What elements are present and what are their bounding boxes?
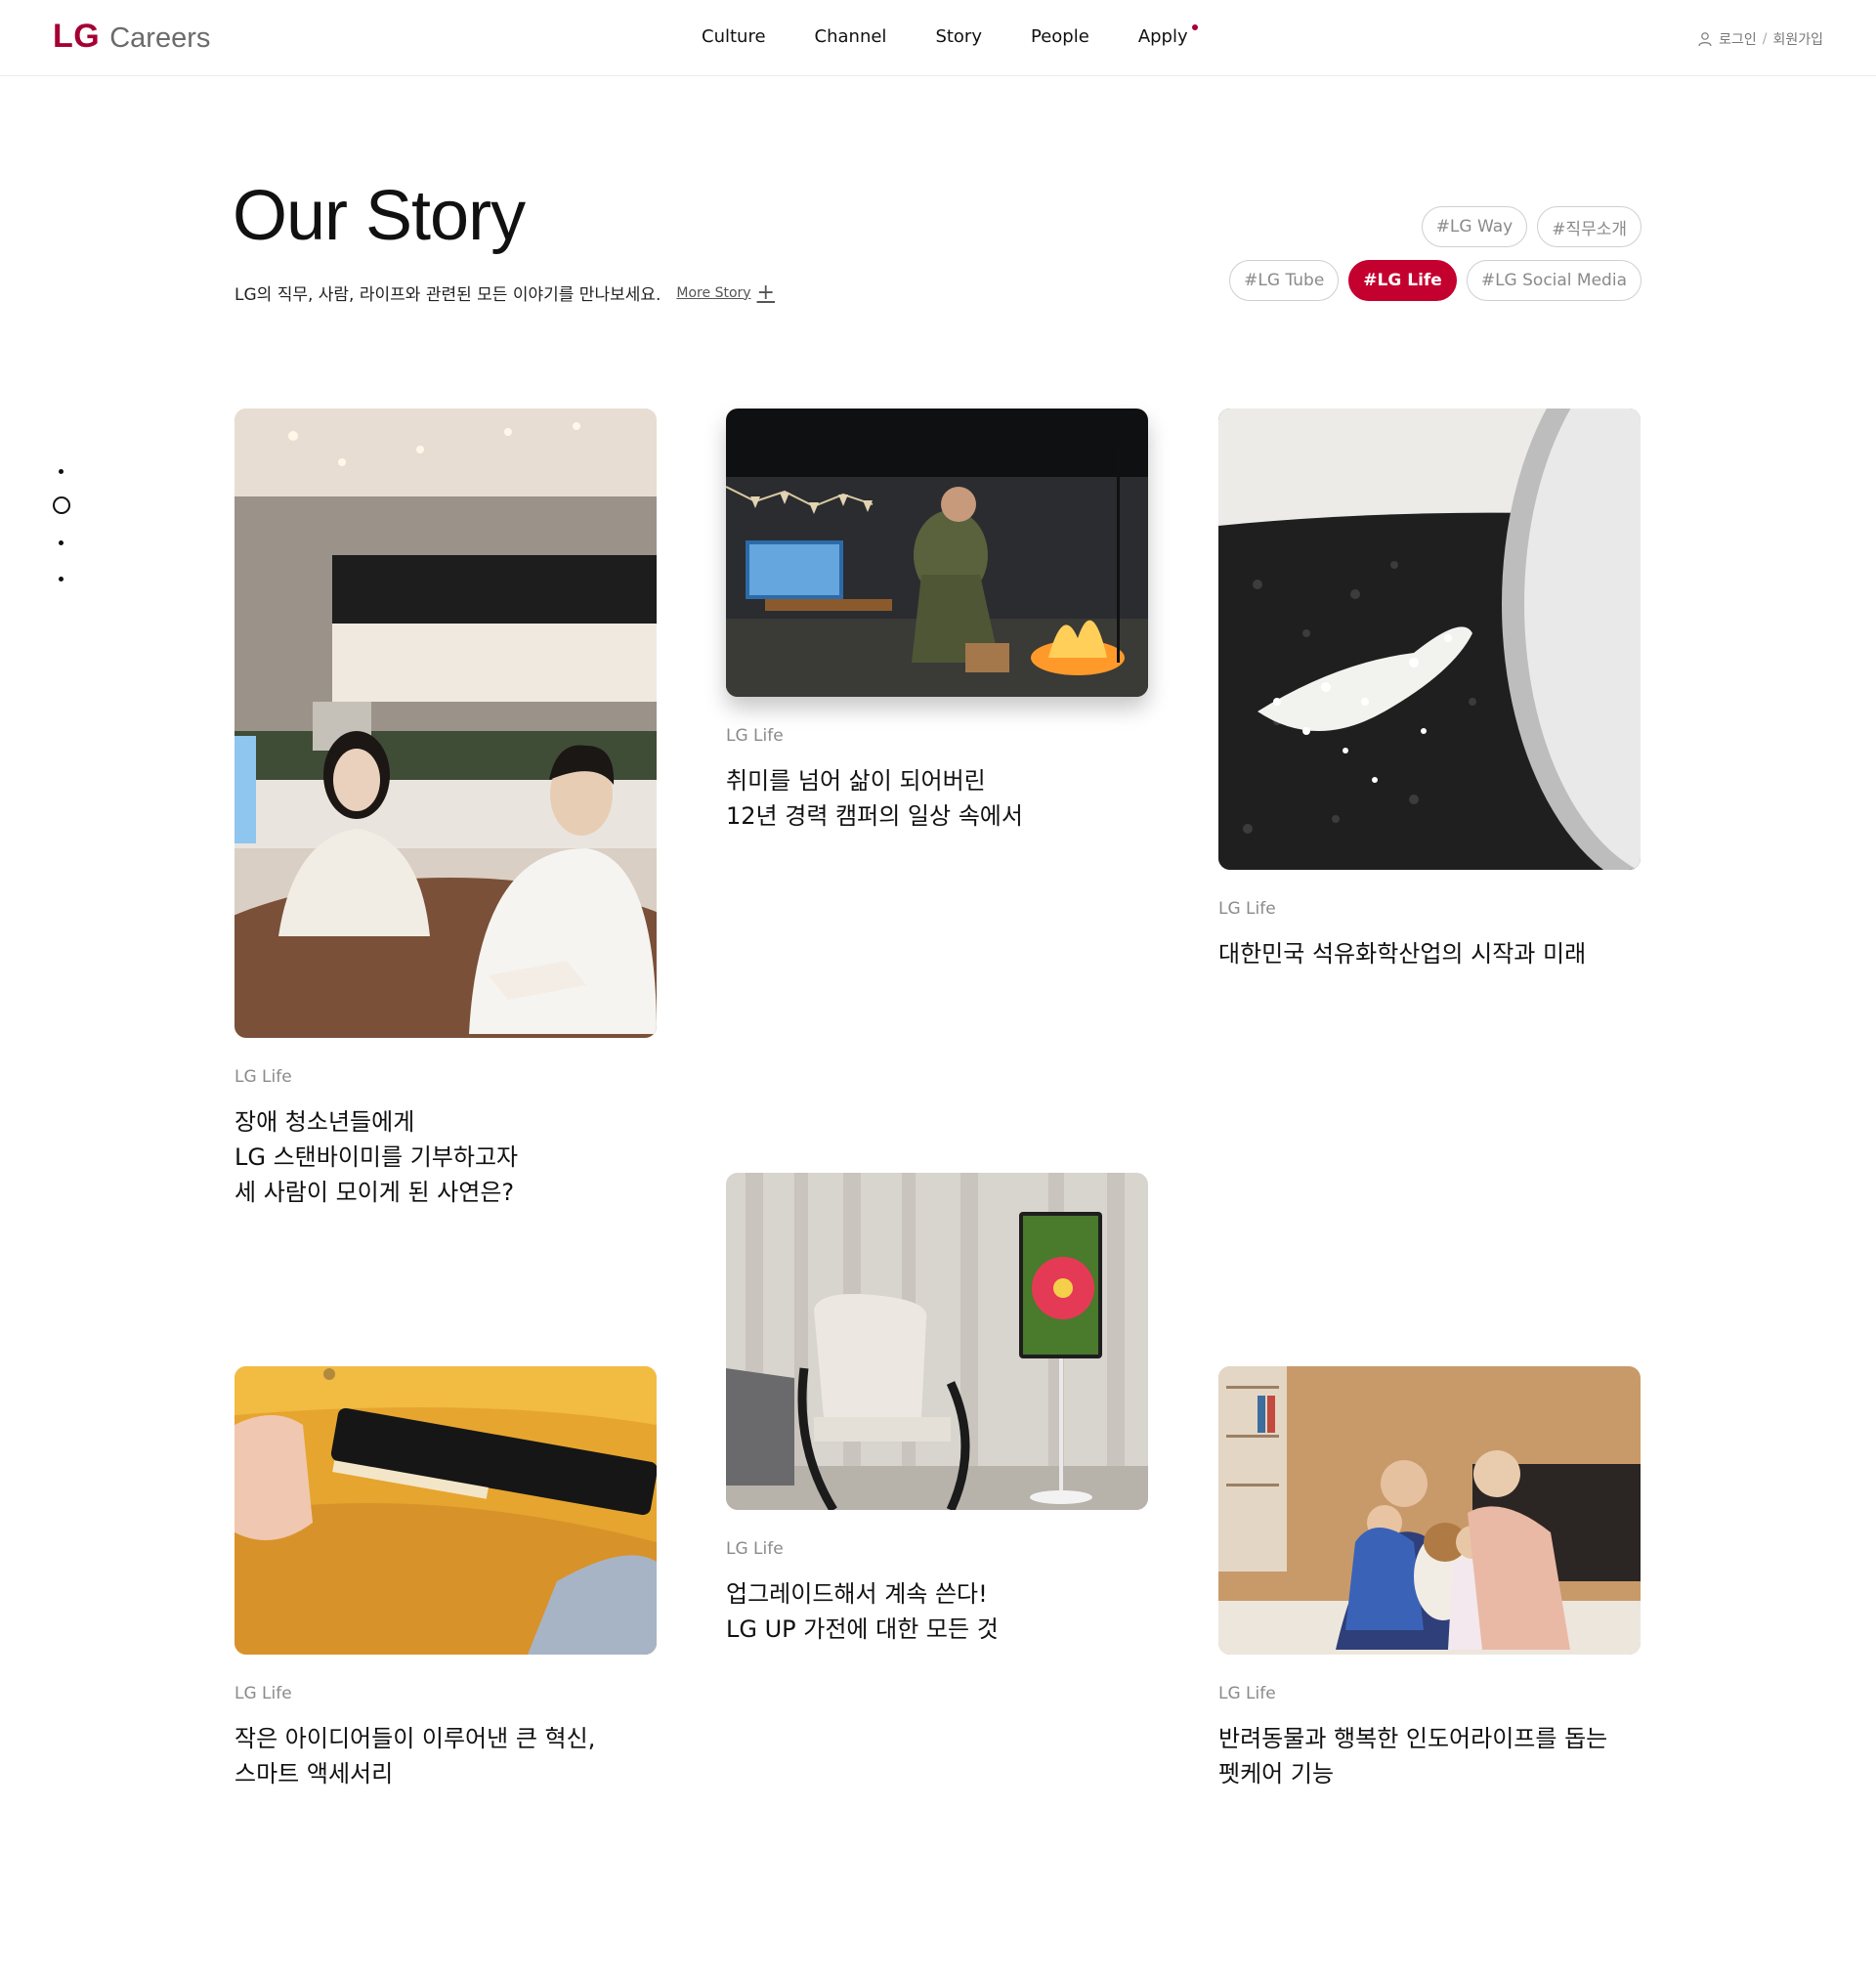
card-category: LG Life [726,726,784,746]
pager-dot-3[interactable] [59,540,64,545]
tag-row-1: #LG Way #직무소개 [1421,206,1642,247]
story-card[interactable]: LG Life 대한민국 석유화학산업의 시작과 미래 [1218,409,1641,971]
story-card[interactable]: LG Life 작은 아이디어들이 이루어낸 큰 혁신, 스마트 액세서리 [234,1366,657,1791]
card-category: LG Life [726,1539,784,1559]
tag-filter: #LG Way #직무소개 #LG Tube #LG Life #LG Soci… [1212,206,1642,301]
card-title[interactable]: 작은 아이디어들이 이루어낸 큰 혁신, 스마트 액세서리 [234,1721,657,1791]
tag-lg-life[interactable]: #LG Life [1348,260,1457,301]
card-title[interactable]: 장애 청소년들에게 LG 스탠바이미를 기부하고자 세 사람이 모이게 된 사연… [234,1104,657,1210]
site-header: LG Careers Culture Channel Story People … [0,0,1876,76]
card-image[interactable] [726,409,1148,697]
nav-apply-wrap[interactable]: Apply [1138,24,1198,47]
main-nav: Culture Channel Story People Apply [702,24,1237,47]
auth-links: 로그인 / 회원가입 [1697,29,1823,49]
page-title: Our Story [233,177,526,255]
pager-dot-4[interactable] [59,577,64,581]
apply-new-dot [1191,24,1198,30]
card-title[interactable]: 업그레이드해서 계속 쓴다! LG UP 가전에 대한 모든 것 [726,1576,1148,1647]
tag-lg-social-media[interactable]: #LG Social Media [1466,260,1642,301]
story-card[interactable]: LG Life 장애 청소년들에게 LG 스탠바이미를 기부하고자 세 사람이 … [234,409,657,1210]
card-image[interactable] [1218,1366,1641,1655]
tag-lg-tube[interactable]: #LG Tube [1229,260,1340,301]
pager-dot-1[interactable] [59,469,64,474]
user-icon [1698,32,1712,47]
card-image[interactable] [726,1173,1148,1510]
pager-dot-2-active[interactable] [53,496,70,514]
card-title[interactable]: 취미를 넘어 삶이 되어버린 12년 경력 캠퍼의 일상 속에서 [726,763,1148,834]
nav-culture[interactable]: Culture [702,26,766,47]
plus-icon: + [756,280,775,305]
more-story-link[interactable]: More Story + [676,280,775,305]
nav-apply[interactable]: Apply [1138,26,1188,47]
nav-story[interactable]: Story [935,26,982,47]
more-story-label: More Story [676,284,751,301]
page-subtitle-row: LG의 직무, 사람, 라이프와 관련된 모든 이야기를 만나보세요. More… [234,280,775,305]
card-category: LG Life [234,1684,292,1703]
tag-lg-way[interactable]: #LG Way [1421,206,1528,247]
card-title[interactable]: 반려동물과 행복한 인도어라이프를 돕는 펫케어 기능 [1218,1721,1641,1791]
tag-row-2: #LG Tube #LG Life #LG Social Media [1229,260,1642,301]
story-card[interactable]: LG Life 반려동물과 행복한 인도어라이프를 돕는 펫케어 기능 [1218,1366,1641,1791]
card-image[interactable] [234,1366,657,1655]
card-title[interactable]: 대한민국 석유화학산업의 시작과 미래 [1218,936,1641,971]
card-category: LG Life [1218,1684,1276,1703]
card-category: LG Life [1218,899,1276,919]
logo-text: Careers [109,22,211,54]
nav-channel[interactable]: Channel [815,26,887,47]
signup-link[interactable]: 회원가입 [1772,29,1823,49]
auth-separator: / [1762,31,1768,47]
story-card[interactable]: LG Life 취미를 넘어 삶이 되어버린 12년 경력 캠퍼의 일상 속에서 [726,409,1148,834]
card-category: LG Life [234,1067,292,1087]
card-image[interactable] [234,409,657,1038]
card-image[interactable] [1218,409,1641,870]
page-subtitle: LG의 직무, 사람, 라이프와 관련된 모든 이야기를 만나보세요. [234,285,661,305]
story-card[interactable]: LG Life 업그레이드해서 계속 쓴다! LG UP 가전에 대한 모든 것 [726,1173,1148,1647]
nav-people[interactable]: People [1031,26,1089,47]
lg-careers-logo[interactable]: LG Careers [53,18,210,56]
login-link[interactable]: 로그인 [1719,29,1757,49]
logo-mark: LG [53,18,101,55]
tag-job-intro[interactable]: #직무소개 [1537,206,1642,247]
